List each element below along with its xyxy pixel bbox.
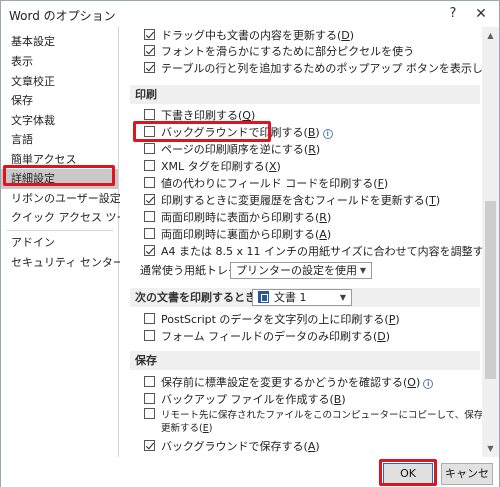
option-prompt-normal-template[interactable]: 保存前に標準設定を変更するかどうかを確認する(O) i (144, 374, 434, 392)
checkbox[interactable] (144, 408, 155, 419)
option-duplex-front[interactable]: 両面印刷時に表面から印刷する(R) (144, 209, 331, 227)
section-print: 印刷 (130, 85, 480, 104)
ok-button[interactable]: OK (383, 463, 433, 485)
vertical-scrollbar[interactable]: ▲ ▼ (482, 27, 499, 457)
paper-tray-select[interactable]: プリンターの設定を使用 ▼ (230, 262, 372, 279)
sidebar-item-typography[interactable]: 文字体裁 (1, 111, 118, 131)
checkbox[interactable] (144, 45, 155, 56)
options-content: ドラッグ中も文書の内容を更新する(D) フォントを滑らかにするために部分ピクセル… (120, 27, 482, 457)
title-bar: Word のオプション ? ✕ (1, 1, 499, 27)
sidebar-item-proofing[interactable]: 文章校正 (1, 72, 118, 92)
checkbox[interactable] (144, 29, 155, 40)
chevron-down-icon: ▼ (339, 293, 346, 302)
sidebar-item-save[interactable]: 保存 (1, 91, 118, 111)
sidebar-divider (7, 230, 113, 231)
sidebar-item-customize-ribbon[interactable]: リボンのユーザー設定 (1, 189, 121, 209)
scroll-up-icon[interactable]: ▲ (482, 27, 499, 44)
option-scale-paper[interactable]: A4 または 8.5 x 11 インチの用紙サイズに合わせて内容を調整する(A) (144, 243, 482, 261)
option-background-print[interactable]: バックグラウンドで印刷する(B) i (144, 124, 333, 142)
checkbox[interactable] (144, 143, 155, 154)
sidebar-item-trust-center[interactable]: セキュリティ センター (1, 253, 124, 273)
print-document-select[interactable]: 文書 1 ▼ (252, 289, 352, 306)
option-reverse-order[interactable]: ページの印刷順序を逆にする(R) (144, 141, 320, 159)
cancel-button[interactable]: キャンセル (441, 463, 493, 485)
checkbox[interactable] (144, 160, 155, 171)
checkbox[interactable] (144, 177, 155, 188)
option-draft-print[interactable]: 下書き印刷する(Q) (144, 107, 255, 125)
sidebar-item-quick-access-toolbar[interactable]: クイック アクセス ツール バー (1, 208, 164, 228)
checkbox[interactable] (144, 228, 155, 239)
option-print-form-data-only[interactable]: フォーム フィールドのデータのみ印刷する(D) (144, 328, 390, 346)
info-icon[interactable]: i (423, 379, 434, 389)
checkbox[interactable] (144, 393, 155, 404)
option-print-xml-tags[interactable]: XML タグを印刷する(X) (144, 158, 281, 176)
option-table-popup-buttons[interactable]: テーブルの行と列を追加するためのポップアップ ボタンを表示します (144, 60, 482, 78)
sidebar-item-addins[interactable]: アドイン (1, 233, 118, 253)
checkbox[interactable] (144, 62, 155, 73)
option-background-save[interactable]: バックグラウンドで保存する(A) (144, 438, 320, 456)
checkbox[interactable] (144, 211, 155, 222)
sidebar-item-language[interactable]: 言語 (1, 130, 118, 150)
sidebar: 基本設定 表示 文章校正 保存 文字体裁 言語 簡単アクセス 詳細設定 リボンの… (1, 27, 164, 457)
sidebar-item-accessibility[interactable]: 簡単アクセス (1, 150, 118, 170)
checkbox[interactable] (144, 330, 155, 341)
checkbox[interactable] (144, 440, 155, 451)
section-save: 保存 (130, 351, 480, 370)
options-dialog: Word のオプション ? ✕ 基本設定 表示 文章校正 保存 文字体裁 言語 … (0, 0, 500, 487)
checkbox[interactable] (144, 194, 155, 205)
info-icon[interactable]: i (322, 129, 333, 139)
dialog-footer: OK キャンセル (1, 457, 499, 487)
close-icon[interactable]: ✕ (469, 3, 493, 25)
sidebar-item-advanced[interactable]: 詳細設定 (1, 169, 118, 189)
option-duplex-back[interactable]: 両面印刷時に裏面から印刷する(A) (144, 226, 331, 244)
scroll-thumb[interactable] (485, 201, 496, 379)
checkbox[interactable] (144, 313, 155, 324)
sidebar-item-general[interactable]: 基本設定 (1, 32, 118, 52)
checkbox[interactable] (144, 109, 155, 120)
word-document-icon (258, 291, 269, 303)
help-icon[interactable]: ? (441, 3, 465, 25)
option-update-tracked-fields[interactable]: 印刷するときに変更履歴を含むフィールドを更新する(T) (144, 192, 440, 210)
sidebar-item-display[interactable]: 表示 (1, 52, 118, 72)
checkbox[interactable] (144, 376, 155, 387)
option-postscript-over-text[interactable]: PostScript のデータを文字列の上に印刷する(P) (144, 311, 400, 329)
window-title: Word のオプション (9, 9, 116, 23)
chevron-down-icon: ▼ (359, 266, 366, 275)
checkbox[interactable] (144, 245, 155, 256)
scroll-down-icon[interactable]: ▼ (482, 440, 499, 457)
option-subpixel-fonts[interactable]: フォントを滑らかにするために部分ピクセルを使う (144, 43, 414, 61)
option-copy-remote-files-line2: 更新する(E) (161, 423, 213, 434)
option-field-codes[interactable]: 値の代わりにフィールド コードを印刷する(F) (144, 175, 388, 193)
checkbox[interactable] (144, 126, 155, 137)
